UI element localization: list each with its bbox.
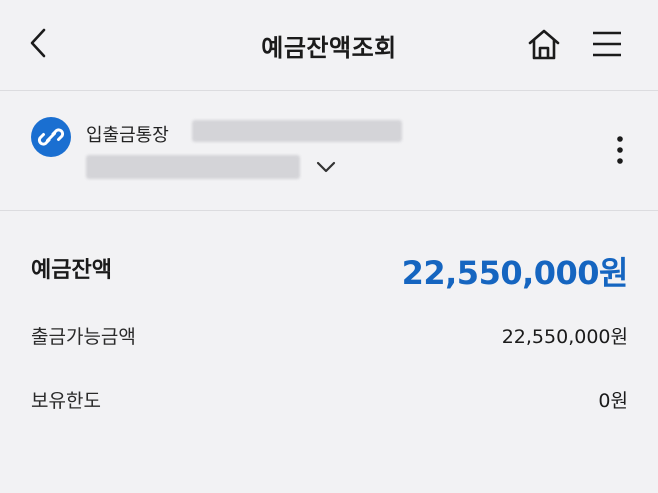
home-icon [528,29,560,60]
vertical-dots-icon [617,136,623,164]
account-link-icon-badge [31,117,71,157]
withdrawable-amount-value: 22,550,000원 [501,326,628,348]
menu-button[interactable] [590,28,624,60]
withdrawable-amount-label: 출금가능금액 [31,326,136,348]
credit-limit-label: 보유한도 [31,390,101,412]
chevron-down-icon [316,161,336,173]
masked-account-number [192,120,402,142]
account-dropdown-button[interactable] [312,155,340,179]
balance-label: 예금잔액 [31,258,112,283]
link-icon [37,128,65,146]
balance-value: 22,550,000원 [401,254,629,292]
masked-account-name [86,155,300,179]
hamburger-menu-icon [593,31,621,57]
credit-limit-value: 0원 [598,390,628,412]
more-options-button[interactable] [608,131,632,171]
app-header: 예금잔액조회 [0,0,658,91]
home-button[interactable] [526,26,562,62]
account-selector: 입출금통장 [0,91,658,211]
account-type-label: 입출금통장 [86,125,169,146]
